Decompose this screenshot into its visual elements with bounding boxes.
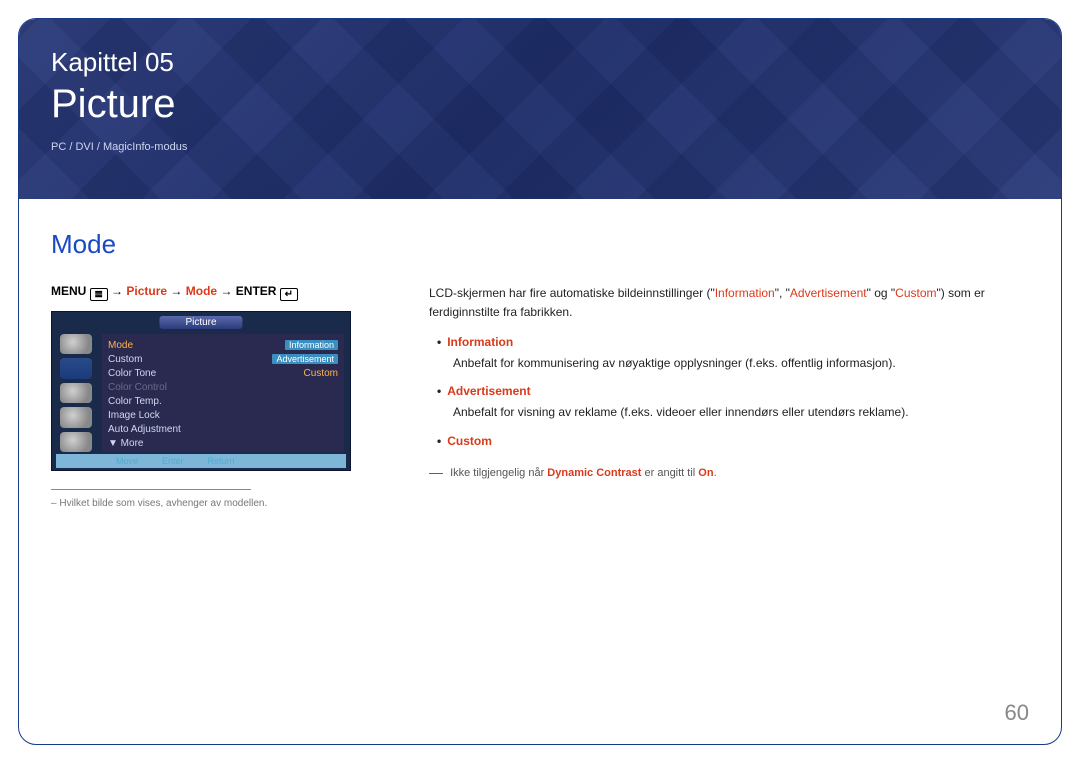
option-item-information: •Information Anbefalt for kommunisering … [429,333,1029,372]
intro-pre: LCD-skjermen har fire automatiske bildei… [429,286,715,300]
availability-note: ― Ikke tilgjengelig når Dynamic Contrast… [429,462,1029,484]
osd-row-value: Custom [304,368,338,379]
bc-arrow-3: → [220,284,235,298]
note-post: . [714,467,717,479]
intro-q-advertisement: Advertisement [790,286,867,300]
intro-mid1: ", " [775,286,790,300]
osd-row: Color Tone Custom [108,366,338,380]
osd-title: Picture [159,316,242,329]
osd-main-panel: Mode Information Custom Advertisement Co… [102,334,344,452]
bc-picture: Picture [126,284,167,298]
chapter-title: Picture [51,82,1029,127]
osd-sidebar-item [60,407,92,427]
osd-screenshot: Picture Mode Information [51,311,351,471]
page-number: 60 [1005,700,1029,726]
osd-sidebar-item [60,334,92,354]
option-name: Information [447,335,513,349]
intro-mid2: " og " [867,286,896,300]
osd-row: Custom Advertisement [108,352,338,366]
left-column: MENU → Picture → Mode → ENTER Picture [51,284,351,509]
osd-footer-return: Return [208,456,235,466]
osd-row: Color Temp. [108,394,338,408]
chapter-label: Kapittel 05 [51,47,1029,78]
note-on: On [698,467,713,479]
osd-sidebar-item-active [60,358,92,378]
enter-label: ENTER [236,284,277,298]
osd-footer: Move Enter Return [56,454,346,468]
footnote-text: Hvilket bilde som vises, avhenger av mod… [51,498,351,509]
option-list: •Information Anbefalt for kommunisering … [429,333,1029,450]
option-item-custom: •Custom [429,432,1029,451]
note-pre: Ikke tilgjengelig når [450,467,547,479]
osd-footer-enter: Enter [162,456,184,466]
osd-row-label: Color Tone [108,368,156,379]
option-name: Custom [447,434,492,448]
osd-row: Color Control [108,380,338,394]
content-area: Mode MENU → Picture → Mode → ENTER Pictu… [19,199,1061,509]
footnote-rule [51,489,251,490]
menu-label: MENU [51,284,86,298]
osd-sidebar-item [60,432,92,452]
osd-row-value: Advertisement [272,354,338,364]
osd-row-label: Mode [108,340,133,351]
osd-sidebar-item [60,383,92,403]
osd-row: Mode Information [108,338,338,352]
chapter-subtitle: PC / DVI / MagicInfo-modus [51,141,1029,153]
note-mid: er angitt til [641,467,698,479]
osd-sidebar [56,334,96,452]
osd-row-label: Color Control [108,382,167,393]
menu-icon [90,288,108,301]
osd-footer-move: Move [116,456,138,466]
intro-paragraph: LCD-skjermen har fire automatiske bildei… [429,284,1029,321]
osd-row-label: Color Temp. [108,396,162,407]
bc-arrow-2: → [170,284,185,298]
option-name: Advertisement [447,384,530,398]
osd-row: Auto Adjustment [108,422,338,436]
osd-row-label: Custom [108,354,142,365]
right-column: LCD-skjermen har fire automatiske bildei… [429,284,1029,509]
option-item-advertisement: •Advertisement Anbefalt for visning av r… [429,382,1029,421]
osd-more-label: ▼ More [108,438,143,449]
page-frame: Kapittel 05 Picture PC / DVI / MagicInfo… [18,18,1062,745]
option-body: Anbefalt for visning av reklame (f.eks. … [453,403,1029,422]
osd-row: Image Lock [108,408,338,422]
chapter-hero: Kapittel 05 Picture PC / DVI / MagicInfo… [19,19,1061,199]
osd-row-label: Auto Adjustment [108,424,181,435]
bc-mode: Mode [186,284,217,298]
intro-q-custom: Custom [895,286,936,300]
note-dynamic-contrast: Dynamic Contrast [547,467,641,479]
enter-icon [280,288,298,301]
bc-arrow-1: → [111,284,126,298]
osd-row-label: Image Lock [108,410,160,421]
note-dash-icon: ― [429,464,443,480]
option-body: Anbefalt for kommunisering av nøyaktige … [453,354,1029,373]
osd-row-value: Information [285,340,338,350]
menu-path: MENU → Picture → Mode → ENTER [51,284,351,301]
osd-more: ▼ More [108,436,338,450]
section-title: Mode [51,229,1029,260]
intro-q-information: Information [715,286,775,300]
